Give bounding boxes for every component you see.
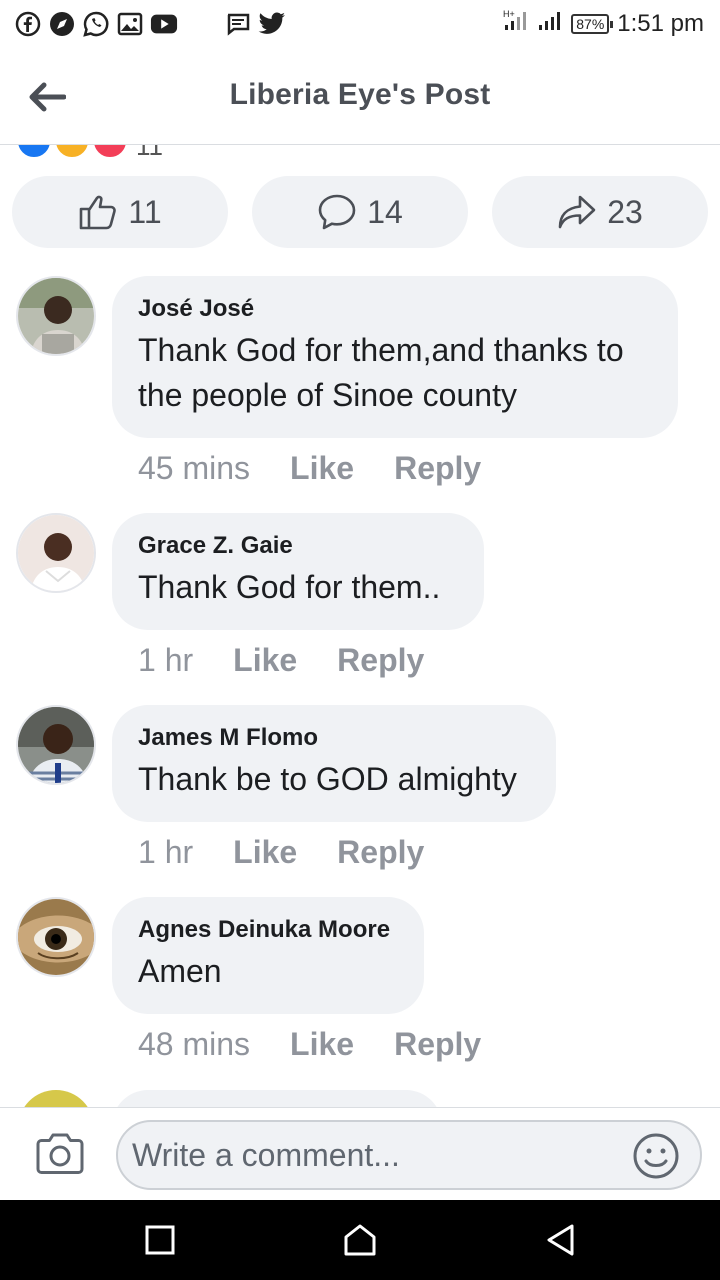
compass-app-icon: [48, 10, 76, 38]
share-arrow-icon: [558, 195, 596, 229]
camera-button[interactable]: [34, 1132, 90, 1180]
message-icon: [224, 10, 252, 38]
comment-meta: 1 hr Like Reply: [138, 834, 424, 871]
smiley-icon: [633, 1133, 679, 1179]
whatsapp-icon: [82, 10, 110, 38]
comment-time[interactable]: 48 mins: [138, 1026, 250, 1063]
comment-time[interactable]: 1 hr: [138, 834, 193, 871]
comment-text: Thank God for them..: [138, 569, 441, 605]
page-title: Liberia Eye's Post: [229, 78, 491, 111]
next-comment-peek: [0, 1090, 720, 1107]
share-button[interactable]: 23: [492, 176, 708, 248]
back-nav-button[interactable]: [540, 1220, 580, 1260]
comment-bubble[interactable]: Agnes Deinuka Moore Amen: [112, 897, 424, 1014]
battery-indicator: 87%: [571, 13, 614, 34]
square-icon: [145, 1225, 175, 1255]
comment-reply-link[interactable]: Reply: [394, 1026, 481, 1063]
comment-count: 14: [367, 193, 403, 230]
like-button[interactable]: 11: [12, 176, 228, 248]
back-triangle-icon: [547, 1224, 574, 1256]
comment-text: Thank God for them,and thanks to the peo…: [138, 332, 624, 413]
thumbs-up-icon: [80, 195, 117, 230]
home-icon: [344, 1224, 376, 1256]
home-button[interactable]: [340, 1220, 380, 1260]
clock: 1:51 pm: [617, 9, 704, 37]
like-count: 11: [128, 193, 162, 230]
signal-icon: [537, 8, 563, 39]
recents-button[interactable]: [140, 1220, 180, 1260]
comment-meta: 45 mins Like Reply: [138, 450, 481, 487]
comment-bubble[interactable]: James M Flomo Thank be to GOD almighty: [112, 705, 556, 822]
comment-meta: 1 hr Like Reply: [138, 642, 424, 679]
svg-text:H+: H+: [503, 9, 515, 19]
avatar[interactable]: [16, 705, 96, 785]
comment-text: Amen: [138, 953, 222, 989]
share-count: 23: [607, 193, 643, 230]
comment-like-link[interactable]: Like: [290, 1026, 354, 1063]
emoji-button[interactable]: [632, 1132, 680, 1180]
post-actions: 11 14 23: [12, 176, 708, 248]
facebook-icon: [14, 10, 42, 38]
comment-reply-link[interactable]: Reply: [337, 642, 424, 679]
avatar[interactable]: [16, 276, 96, 356]
signal-hplus-icon: H+: [503, 8, 529, 39]
comment-reply-link[interactable]: Reply: [394, 450, 481, 487]
comment-bubble[interactable]: [112, 1090, 442, 1107]
avatar[interactable]: [16, 897, 96, 977]
comment-author[interactable]: Agnes Deinuka Moore: [138, 915, 398, 945]
comment-bubble[interactable]: Grace Z. Gaie Thank God for them..: [112, 513, 484, 630]
like-reaction-icon: [16, 145, 52, 159]
avatar[interactable]: [18, 1090, 94, 1107]
comment-like-link[interactable]: Like: [233, 642, 297, 679]
camera-icon: [36, 1133, 84, 1174]
comment-bubble-icon: [318, 194, 356, 230]
top-bar: Liberia Eye's Post: [0, 50, 720, 145]
comment-input[interactable]: [116, 1120, 702, 1190]
status-bar: H+ 87% 1:51 pm: [0, 0, 720, 50]
twitter-icon: [258, 10, 286, 38]
comment-meta: 48 mins Like Reply: [138, 1026, 481, 1063]
youtube-icon: [150, 10, 178, 38]
system-nav-bar: [0, 1200, 720, 1280]
reaction-count: 11: [136, 145, 163, 159]
love-reaction-icon: [92, 145, 128, 159]
avatar[interactable]: [16, 513, 96, 593]
comment-time[interactable]: 45 mins: [138, 450, 250, 487]
system-status: H+ 87% 1:51 pm: [503, 8, 704, 39]
comment-author[interactable]: James M Flomo: [138, 723, 530, 753]
comment-time[interactable]: 1 hr: [138, 642, 193, 679]
wow-reaction-icon: [54, 145, 90, 159]
notification-icons: [14, 10, 286, 38]
comment-like-link[interactable]: Like: [233, 834, 297, 871]
comment-author[interactable]: José José: [138, 294, 652, 324]
comment-author[interactable]: Grace Z. Gaie: [138, 531, 458, 561]
comment-like-link[interactable]: Like: [290, 450, 354, 487]
reaction-summary[interactable]: 11: [16, 145, 176, 159]
comment-composer: [0, 1107, 720, 1200]
comment-button[interactable]: 14: [252, 176, 468, 248]
gallery-icon: [116, 10, 144, 38]
comment-text: Thank be to GOD almighty: [138, 761, 517, 797]
comment-reply-link[interactable]: Reply: [337, 834, 424, 871]
comment-bubble[interactable]: José José Thank God for them,and thanks …: [112, 276, 678, 438]
